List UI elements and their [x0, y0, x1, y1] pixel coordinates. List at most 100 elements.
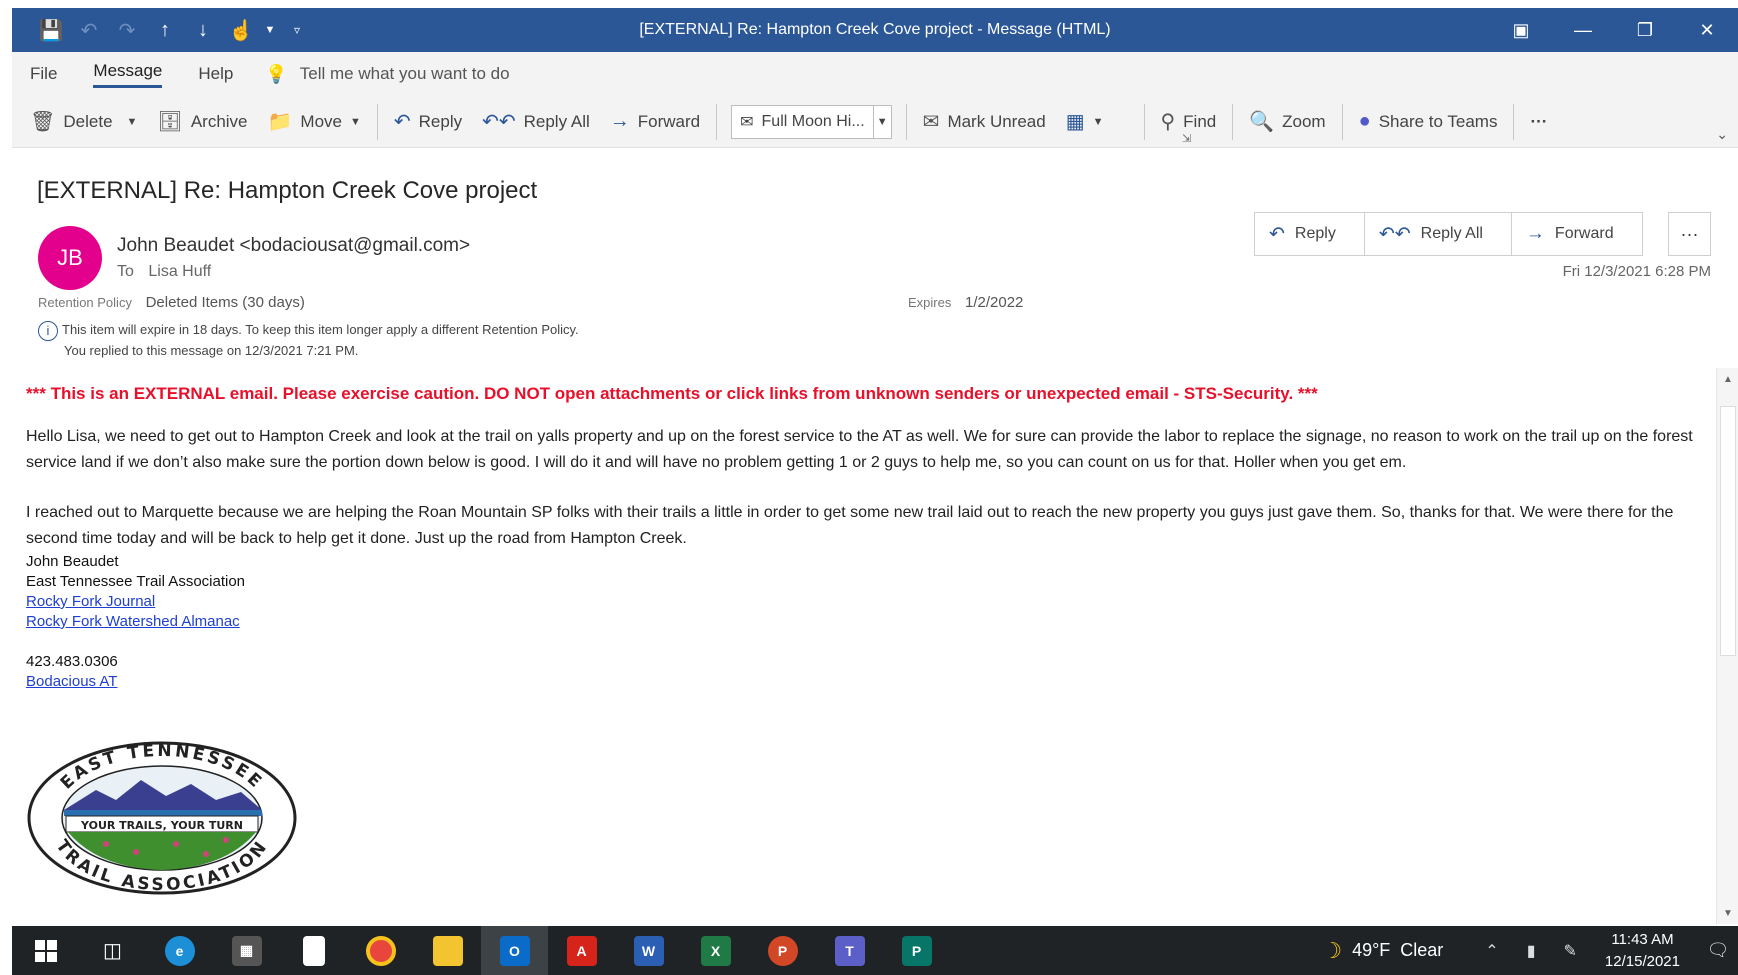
- quick-steps-combo[interactable]: ✉ Full Moon Hi... ▼: [731, 104, 892, 139]
- title-bar: 💾 ↶ ↷ ↑ ↓ ☝ ▼ ▿ [EXTERNAL] Re: Hampton C…: [12, 8, 1738, 52]
- header-reply-button[interactable]: ↶ Reply: [1255, 213, 1365, 255]
- body-paragraph-2: I reached out to Marquette because we ar…: [26, 504, 1674, 547]
- link-bodacious-at[interactable]: Bodacious AT: [26, 673, 117, 690]
- header-reply-all-button[interactable]: ↶↶ Reply All: [1365, 213, 1512, 255]
- share-to-teams-label: Share to Teams: [1378, 111, 1498, 131]
- touch-mode-icon[interactable]: ☝: [224, 13, 258, 47]
- header-reply-label: Reply: [1294, 225, 1336, 242]
- notifications-icon[interactable]: 🗨: [1698, 940, 1738, 961]
- mark-unread-button[interactable]: ✉ Mark Unread: [913, 102, 1056, 142]
- publisher-icon: P: [901, 935, 932, 966]
- avatar[interactable]: JB: [38, 226, 102, 290]
- file-explorer-app[interactable]: [414, 926, 481, 975]
- reply-all-button[interactable]: ↶↶ Reply All: [472, 102, 600, 142]
- forward-button[interactable]: → Forward: [600, 102, 710, 142]
- quick-access-toolbar: 💾 ↶ ↷ ↑ ↓ ☝ ▼ ▿: [12, 13, 312, 47]
- save-icon[interactable]: 💾: [34, 13, 68, 47]
- menu-message[interactable]: Message: [75, 52, 180, 96]
- ribbon-separator: [1341, 103, 1343, 140]
- publisher-app[interactable]: P: [883, 926, 950, 975]
- zoom-button[interactable]: 🔍 Zoom: [1239, 102, 1335, 142]
- undo-icon[interactable]: ↶: [72, 13, 106, 47]
- link-rocky-fork-journal[interactable]: Rocky Fork Journal: [26, 593, 155, 610]
- trash-icon: 🗑: [30, 111, 56, 133]
- reply-label: Reply: [418, 111, 463, 131]
- archive-button[interactable]: 🗄 Archive: [147, 102, 257, 142]
- outlook-icon: O: [499, 935, 530, 966]
- chevron-down-icon[interactable]: ▼: [262, 13, 278, 47]
- scroll-thumb[interactable]: [1720, 406, 1736, 656]
- link-rocky-fork-almanac[interactable]: Rocky Fork Watershed Almanac: [26, 613, 240, 630]
- battery-icon[interactable]: ▮: [1527, 941, 1536, 961]
- tell-me-search[interactable]: 💡 Tell me what you want to do: [265, 64, 509, 85]
- ribbon-separator: [1143, 103, 1145, 140]
- categorize-button[interactable]: ▦ ▼: [1056, 102, 1114, 142]
- header-forward-button[interactable]: → Forward: [1512, 213, 1642, 255]
- chrome-app[interactable]: [347, 926, 414, 975]
- more-commands-button[interactable]: ···: [1520, 102, 1557, 142]
- redo-icon[interactable]: ↷: [110, 13, 144, 47]
- sender-name[interactable]: John Beaudet <bodaciousat@gmail.com>: [117, 235, 470, 257]
- header-more-button[interactable]: ···: [1668, 212, 1711, 256]
- pen-icon[interactable]: ✎: [1564, 941, 1577, 961]
- find-label: Find: [1183, 111, 1217, 131]
- next-item-icon[interactable]: ↓: [186, 13, 220, 47]
- start-button[interactable]: [12, 926, 79, 975]
- reply-all-icon: ↶↶: [482, 111, 516, 133]
- moon-icon: ☽: [1322, 937, 1343, 963]
- info-bar: i This item will expire in 18 days. To ke…: [38, 320, 579, 361]
- close-button[interactable]: ✕: [1676, 8, 1738, 52]
- menu-file[interactable]: File: [12, 52, 75, 96]
- expires-info: Expires 1/2/2022: [908, 294, 1023, 311]
- calculator-app[interactable]: ▦: [213, 926, 280, 975]
- excel-app[interactable]: X: [682, 926, 749, 975]
- external-warning: *** This is an EXTERNAL email. Please ex…: [26, 384, 1318, 403]
- search-icon: 🔍: [1249, 111, 1275, 133]
- ribbon-display-options-icon[interactable]: ▣: [1490, 8, 1552, 52]
- weather-widget[interactable]: ☽ 49°F Clear: [1322, 938, 1443, 964]
- acrobat-app[interactable]: A: [548, 926, 615, 975]
- customize-toolbar-icon[interactable]: ▿: [282, 13, 312, 47]
- dialog-launcher-icon[interactable]: ⇲: [1182, 132, 1191, 145]
- quick-step-item[interactable]: ✉ Full Moon Hi...: [732, 112, 873, 132]
- ribbon-separator: [716, 103, 718, 140]
- menu-help[interactable]: Help: [180, 52, 251, 96]
- show-hidden-icons-icon[interactable]: ⌃: [1485, 941, 1498, 961]
- edge-app[interactable]: e: [146, 926, 213, 975]
- mark-unread-icon: ✉: [922, 111, 940, 133]
- clock[interactable]: 11:43 AM 12/15/2021: [1605, 929, 1680, 973]
- ribbon-separator: [1513, 103, 1515, 140]
- scroll-up-icon[interactable]: ▲: [1717, 368, 1738, 390]
- categorize-icon: ▦: [1065, 111, 1085, 133]
- teams-app[interactable]: T: [816, 926, 883, 975]
- powerpoint-app[interactable]: P: [749, 926, 816, 975]
- move-button[interactable]: 📁 Move ▼: [258, 102, 371, 142]
- reply-all-icon: ↶↶: [1378, 223, 1411, 245]
- outlook-app[interactable]: O: [481, 926, 548, 975]
- to-label: To: [117, 263, 134, 280]
- move-folder-icon: 📁: [267, 111, 293, 133]
- quick-step-label: Full Moon Hi...: [761, 112, 865, 130]
- message-body: *** This is an EXTERNAL email. Please ex…: [26, 384, 1706, 692]
- forward-icon: →: [1525, 223, 1545, 244]
- windows-icon: [34, 939, 57, 962]
- delete-button[interactable]: 🗑 Delete ▼: [12, 102, 147, 142]
- vertical-scrollbar[interactable]: ▲ ▼: [1716, 368, 1738, 924]
- share-to-teams-button[interactable]: ● Share to Teams: [1349, 102, 1508, 142]
- reply-button[interactable]: ↶ Reply: [384, 102, 472, 142]
- restore-button[interactable]: ❐: [1614, 8, 1676, 52]
- move-label: Move: [300, 111, 342, 131]
- chevron-down-icon[interactable]: ▼: [872, 105, 891, 138]
- replied-notice: You replied to this message on 12/3/2021…: [64, 342, 359, 358]
- more-commands-label: ···: [1530, 111, 1548, 131]
- task-view-button[interactable]: ◫: [79, 926, 146, 975]
- menu-bar: File Message Help 💡 Tell me what you wan…: [12, 52, 1738, 96]
- chevron-down-icon[interactable]: ⌄: [1716, 126, 1728, 143]
- recipient-name[interactable]: Lisa Huff: [148, 263, 211, 280]
- notepad-app[interactable]: [280, 926, 347, 975]
- word-app[interactable]: W: [615, 926, 682, 975]
- chevron-down-icon[interactable]: ▼: [127, 116, 138, 128]
- minimize-button[interactable]: —: [1552, 8, 1614, 52]
- scroll-down-icon[interactable]: ▼: [1717, 902, 1738, 924]
- previous-item-icon[interactable]: ↑: [148, 13, 182, 47]
